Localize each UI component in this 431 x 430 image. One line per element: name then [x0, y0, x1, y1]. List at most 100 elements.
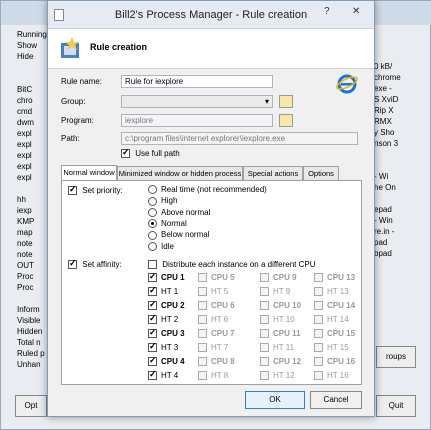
affinity-check[interactable]	[260, 273, 269, 283]
affinity-check[interactable]	[314, 371, 323, 381]
affinity-checkbox[interactable]: HT 7	[198, 343, 228, 353]
affinity-check[interactable]	[314, 343, 323, 353]
affinity-checkbox[interactable]: CPU 2	[148, 299, 185, 311]
radio-circle[interactable]	[148, 185, 157, 195]
affinity-check[interactable]	[260, 287, 269, 297]
affinity-checkbox[interactable]: CPU 13	[314, 273, 355, 283]
ok-button[interactable]: OK	[245, 391, 305, 409]
path-input[interactable]: c:\program files\internet explorer\iexpl…	[121, 132, 358, 145]
affinity-checkbox[interactable]: HT 6	[198, 315, 228, 325]
priority-radio[interactable]: Below normal	[148, 230, 209, 240]
affinity-check[interactable]	[314, 315, 323, 325]
affinity-checkbox[interactable]: HT 14	[314, 315, 349, 325]
priority-radio[interactable]: Real time (not recommended)	[148, 185, 267, 195]
affinity-checkbox[interactable]: HT 15	[314, 343, 349, 353]
affinity-check[interactable]	[198, 357, 207, 367]
affinity-check[interactable]	[148, 369, 157, 381]
affinity-checkbox[interactable]: HT 2	[148, 313, 178, 325]
folder-open-icon[interactable]	[279, 95, 293, 108]
affinity-check[interactable]	[314, 301, 323, 311]
rule-name-input[interactable]: Rule for iexplore	[121, 75, 273, 88]
affinity-checkbox[interactable]: CPU 7	[198, 329, 235, 339]
tab-special-actions[interactable]: Special actions	[243, 166, 303, 180]
affinity-checkbox[interactable]: HT 12	[260, 371, 295, 381]
help-icon[interactable]: ?	[324, 6, 330, 17]
close-icon[interactable]: ✕	[352, 6, 360, 17]
affinity-check[interactable]	[148, 355, 157, 367]
priority-radio[interactable]: Idle	[148, 242, 174, 251]
affinity-checkbox[interactable]: CPU 8	[198, 357, 235, 367]
options-button[interactable]: Opt	[15, 395, 47, 417]
affinity-checkbox[interactable]: CPU 9	[260, 273, 297, 283]
affinity-checkbox[interactable]: CPU 15	[314, 329, 355, 339]
affinity-check[interactable]	[314, 357, 323, 367]
affinity-check[interactable]	[314, 287, 323, 297]
affinity-check[interactable]	[198, 371, 207, 381]
affinity-check[interactable]	[198, 301, 207, 311]
browse-program-icon[interactable]	[279, 114, 293, 127]
affinity-check[interactable]	[148, 271, 157, 283]
affinity-check[interactable]	[260, 371, 269, 381]
radio-circle[interactable]	[148, 219, 157, 229]
quit-button[interactable]: Quit	[376, 395, 416, 417]
affinity-check[interactable]	[314, 273, 323, 283]
groups-button[interactable]: roups	[376, 346, 416, 368]
radio-circle[interactable]	[148, 207, 157, 217]
affinity-checkbox[interactable]: HT 13	[314, 287, 349, 297]
affinity-check[interactable]	[260, 315, 269, 325]
affinity-checkbox[interactable]: HT 4	[148, 369, 178, 381]
set-affinity-checkbox[interactable]: Set affinity:	[68, 258, 122, 270]
affinity-checkbox[interactable]: HT 3	[148, 341, 178, 353]
priority-radio[interactable]: Above normal	[148, 208, 210, 217]
use-full-path-checkbox[interactable]: Use full path	[121, 147, 180, 159]
affinity-checkbox[interactable]: HT 5	[198, 287, 228, 297]
program-input[interactable]: iexplore	[121, 114, 273, 127]
affinity-check[interactable]	[198, 329, 207, 339]
affinity-checkbox[interactable]: CPU 10	[260, 301, 301, 311]
affinity-check[interactable]	[260, 301, 269, 311]
affinity-checkbox[interactable]: CPU 6	[198, 301, 235, 311]
tab-normal-window[interactable]: Normal window	[61, 165, 117, 180]
affinity-checkbox[interactable]: HT 11	[260, 343, 294, 353]
radio-circle[interactable]	[148, 241, 157, 251]
cancel-button[interactable]: Cancel	[310, 391, 362, 409]
affinity-checkbox[interactable]: HT 9	[260, 287, 290, 297]
set-priority-check[interactable]	[68, 184, 77, 196]
affinity-checkbox[interactable]: CPU 12	[260, 357, 301, 367]
affinity-check[interactable]	[148, 313, 157, 325]
group-select[interactable]: ▾	[121, 95, 273, 108]
affinity-check[interactable]	[198, 343, 207, 353]
affinity-checkbox[interactable]: CPU 14	[314, 301, 355, 311]
affinity-check[interactable]	[148, 285, 157, 297]
affinity-checkbox[interactable]: CPU 16	[314, 357, 355, 367]
affinity-check[interactable]	[260, 343, 269, 353]
distribute-check[interactable]	[148, 260, 157, 270]
affinity-checkbox[interactable]: CPU 5	[198, 273, 235, 283]
affinity-checkbox[interactable]: CPU 1	[148, 271, 185, 283]
priority-radio[interactable]: High	[148, 196, 177, 206]
affinity-checkbox[interactable]: HT 16	[314, 371, 349, 381]
priority-radio[interactable]: Normal	[148, 219, 187, 229]
affinity-check[interactable]	[148, 299, 157, 311]
affinity-check[interactable]	[260, 329, 269, 339]
affinity-checkbox[interactable]: CPU 3	[148, 327, 185, 339]
affinity-check[interactable]	[148, 327, 157, 339]
tab-minimized-window[interactable]: Minimized window or hidden process	[117, 166, 243, 180]
affinity-check[interactable]	[198, 315, 207, 325]
affinity-checkbox[interactable]: CPU 11	[260, 329, 301, 339]
affinity-check[interactable]	[148, 341, 157, 353]
affinity-checkbox[interactable]: HT 1	[148, 285, 178, 297]
set-priority-checkbox[interactable]: Set priority:	[68, 184, 123, 196]
affinity-check[interactable]	[314, 329, 323, 339]
radio-circle[interactable]	[148, 230, 157, 240]
tab-options[interactable]: Options	[303, 166, 339, 180]
set-affinity-check[interactable]	[68, 258, 77, 270]
distribute-checkbox[interactable]: Distribute each instance on a different …	[148, 260, 316, 270]
affinity-check[interactable]	[198, 273, 207, 283]
affinity-check[interactable]	[260, 357, 269, 367]
affinity-check[interactable]	[198, 287, 207, 297]
affinity-checkbox[interactable]: HT 8	[198, 371, 228, 381]
radio-circle[interactable]	[148, 196, 157, 206]
affinity-checkbox[interactable]: CPU 4	[148, 355, 185, 367]
affinity-checkbox[interactable]: HT 10	[260, 315, 295, 325]
